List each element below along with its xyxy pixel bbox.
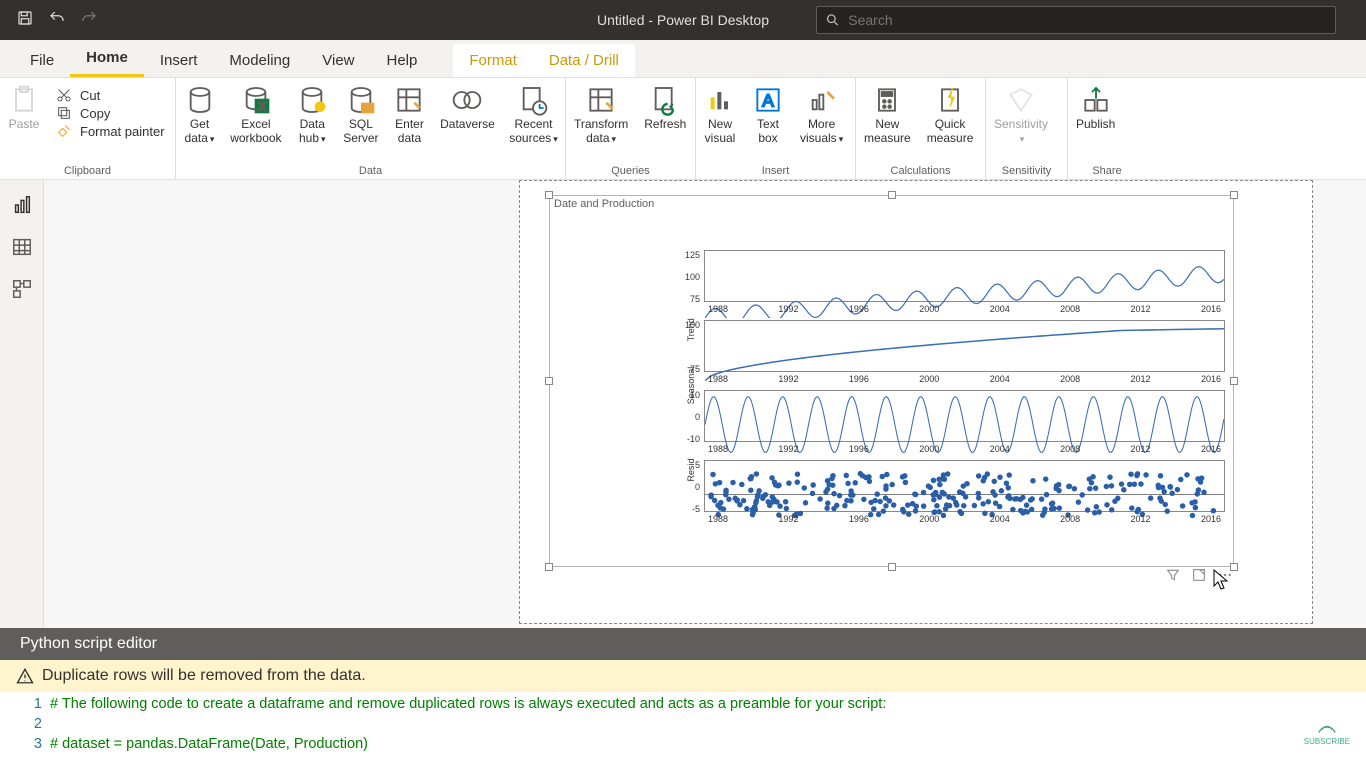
group-data-label: Data xyxy=(176,165,565,179)
code-line xyxy=(50,714,886,734)
chart-area: 1251007519881992199620002004200820122016… xyxy=(704,250,1225,556)
resize-handle[interactable] xyxy=(545,563,553,571)
paste-button[interactable]: Paste xyxy=(0,82,48,134)
sql-server-button[interactable]: SQL Server xyxy=(336,82,386,148)
search-box[interactable] xyxy=(816,6,1336,34)
nav-model-icon[interactable] xyxy=(11,278,33,300)
warning-icon xyxy=(16,667,34,685)
new-visual-button[interactable]: New visual xyxy=(696,82,744,148)
data-hub-button[interactable]: Data hub▾ xyxy=(289,82,336,148)
new-measure-button[interactable]: New measure xyxy=(856,82,919,148)
scissors-icon xyxy=(54,87,74,103)
sensitivity-button[interactable]: Sensitivity▾ xyxy=(986,82,1056,148)
tab-view[interactable]: View xyxy=(306,44,370,77)
tab-insert[interactable]: Insert xyxy=(144,44,214,77)
resize-handle[interactable] xyxy=(545,191,553,199)
resize-handle[interactable] xyxy=(888,191,896,199)
recent-sources-button[interactable]: Recent sources▾ xyxy=(502,82,565,148)
dataverse-button[interactable]: Dataverse xyxy=(433,82,502,134)
transform-data-button[interactable]: Transform data▾ xyxy=(566,82,636,148)
tab-data-drill[interactable]: Data / Drill xyxy=(533,44,635,77)
search-input[interactable] xyxy=(848,12,1327,28)
subscribe-badge: SUBSCRIBE xyxy=(1304,720,1350,746)
more-options-icon[interactable] xyxy=(1217,567,1233,588)
code-editor[interactable]: 1 2 3 # The following code to create a d… xyxy=(0,692,1366,768)
brush-icon xyxy=(54,123,74,139)
get-data-button[interactable]: Get data▾ xyxy=(176,82,223,148)
text-box-button[interactable]: AText box xyxy=(744,82,792,148)
undo-icon[interactable] xyxy=(48,9,66,32)
svg-text:X: X xyxy=(258,101,266,113)
cut-button[interactable]: Cut xyxy=(48,86,171,104)
more-visuals-button[interactable]: More visuals▾ xyxy=(792,82,851,148)
group-clipboard-label: Clipboard xyxy=(0,165,175,179)
copy-button[interactable]: Copy xyxy=(48,104,171,122)
window-title: Untitled - Power BI Desktop xyxy=(597,12,769,28)
line-number: 1 xyxy=(0,694,42,714)
tab-format[interactable]: Format xyxy=(453,44,533,77)
nav-report-icon[interactable] xyxy=(11,194,33,216)
tab-file[interactable]: File xyxy=(14,44,70,77)
visual-title: Date and Production xyxy=(554,198,654,210)
svg-text:A: A xyxy=(762,91,774,111)
tab-modeling[interactable]: Modeling xyxy=(213,44,306,77)
tab-help[interactable]: Help xyxy=(371,44,434,77)
warning-bar: Duplicate rows will be removed from the … xyxy=(0,660,1366,692)
resize-handle[interactable] xyxy=(888,563,896,571)
resize-handle[interactable] xyxy=(1230,191,1238,199)
group-share-label: Share xyxy=(1068,165,1146,179)
quick-measure-button[interactable]: Quick measure xyxy=(919,82,982,148)
refresh-button[interactable]: Refresh xyxy=(636,82,694,134)
code-line: # The following code to create a datafra… xyxy=(50,694,886,714)
filter-icon[interactable] xyxy=(1165,567,1181,588)
resize-handle[interactable] xyxy=(545,377,553,385)
group-calculations-label: Calculations xyxy=(856,165,985,179)
line-number: 3 xyxy=(0,734,42,754)
group-sensitivity-label: Sensitivity xyxy=(986,165,1067,179)
focus-mode-icon[interactable] xyxy=(1191,567,1207,588)
enter-data-button[interactable]: Enter data xyxy=(386,82,433,148)
copy-icon xyxy=(54,105,74,121)
python-visual[interactable]: Date and Production 12510075198819921996… xyxy=(549,195,1234,567)
save-icon[interactable] xyxy=(16,9,34,32)
format-painter-button[interactable]: Format painter xyxy=(48,122,171,140)
nav-data-icon[interactable] xyxy=(11,236,33,258)
group-insert-label: Insert xyxy=(696,165,855,179)
group-queries-label: Queries xyxy=(566,165,695,179)
code-line: # dataset = pandas.DataFrame(Date, Produ… xyxy=(50,734,886,754)
publish-button[interactable]: Publish xyxy=(1068,82,1123,134)
redo-icon[interactable] xyxy=(80,9,98,32)
tab-home[interactable]: Home xyxy=(70,41,144,77)
excel-workbook-button[interactable]: XExcel workbook xyxy=(223,82,289,148)
line-number: 2 xyxy=(0,714,42,734)
resize-handle[interactable] xyxy=(1230,377,1238,385)
python-editor-header: Python script editor xyxy=(0,628,1366,660)
